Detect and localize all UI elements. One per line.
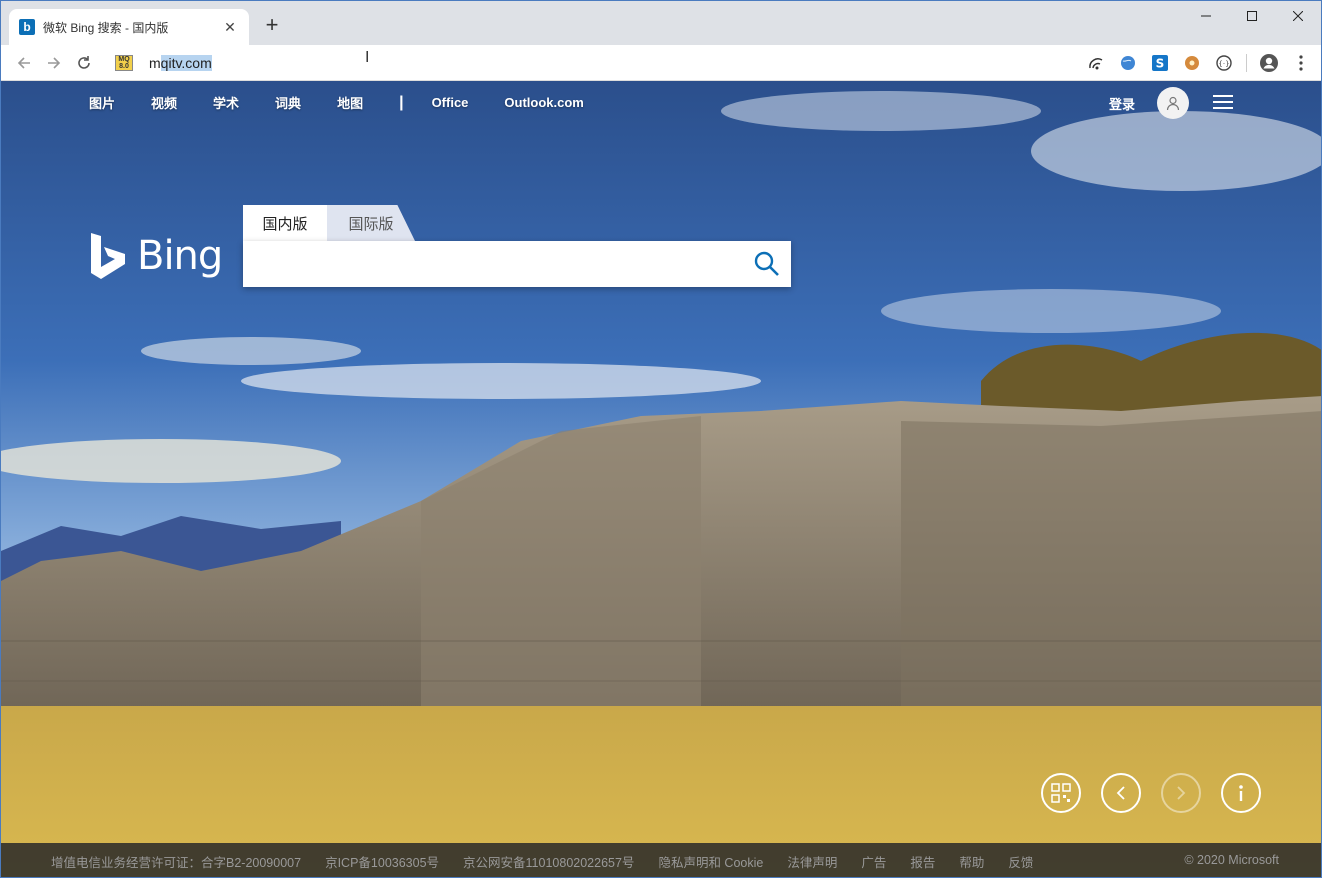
- image-info-button[interactable]: [1221, 773, 1261, 813]
- tab-strip: b 微软 Bing 搜索 - 国内版 ✕ +: [1, 1, 1321, 45]
- footer-icp[interactable]: 京ICP备10036305号: [325, 852, 439, 871]
- nav-outlook[interactable]: Outlook.com: [504, 95, 583, 110]
- user-avatar-icon[interactable]: [1157, 87, 1189, 119]
- bing-homepage: 图片 视频 学术 词典 地图 | Office Outlook.com 登录 B…: [1, 81, 1321, 877]
- minimize-button[interactable]: [1183, 1, 1229, 31]
- footer-ads[interactable]: 广告: [861, 852, 886, 871]
- browser-window: b 微软 Bing 搜索 - 国内版 ✕ + MQ 8.0 mqitv.com: [0, 0, 1322, 878]
- search-icon: [754, 251, 779, 276]
- minimize-icon: [1201, 15, 1211, 17]
- bing-b-icon: [91, 233, 125, 279]
- nav-office[interactable]: Office: [432, 95, 469, 110]
- nav-maps[interactable]: 地图: [337, 93, 363, 112]
- nav-dictionary[interactable]: 词典: [275, 93, 301, 112]
- back-button[interactable]: [9, 48, 39, 78]
- extension-code-icon[interactable]: {·}: [1214, 53, 1234, 73]
- footer-report[interactable]: 报告: [910, 852, 935, 871]
- background-image: [1, 81, 1321, 877]
- chevron-left-icon: [1116, 786, 1125, 800]
- bing-wordmark: Bing: [137, 233, 223, 279]
- login-link[interactable]: 登录: [1109, 94, 1135, 113]
- maximize-button[interactable]: [1229, 1, 1275, 31]
- qr-code-button[interactable]: [1041, 773, 1081, 813]
- forward-arrow-icon: [48, 56, 61, 69]
- browser-toolbar: MQ 8.0 mqitv.com S {·}: [1, 45, 1321, 81]
- search-box: [243, 241, 791, 287]
- svg-text:{·}: {·}: [1218, 60, 1229, 68]
- site-info-icon[interactable]: MQ 8.0: [115, 54, 133, 71]
- next-image-button[interactable]: [1161, 773, 1201, 813]
- nav-academic[interactable]: 学术: [213, 93, 239, 112]
- url-selected: qitv.com: [160, 54, 212, 71]
- extension-cookie-icon[interactable]: [1182, 53, 1202, 73]
- address-bar[interactable]: mqitv.com: [149, 54, 212, 71]
- qr-code-icon: [1051, 783, 1071, 803]
- bing-logo: Bing: [89, 231, 223, 281]
- close-icon: [1293, 11, 1303, 21]
- new-tab-button[interactable]: +: [259, 13, 285, 39]
- svg-text:S: S: [1156, 57, 1165, 71]
- close-window-button[interactable]: [1275, 1, 1321, 31]
- footer-privacy[interactable]: 隐私声明和 Cookie: [658, 852, 763, 871]
- page-footer: 增值电信业务经营许可证：合字B2-20090007 京ICP备10036305号…: [1, 843, 1321, 877]
- extension-globe-icon[interactable]: [1118, 53, 1138, 73]
- chevron-right-icon: [1177, 786, 1186, 800]
- extension-wifi-icon[interactable]: [1086, 53, 1106, 73]
- tab-title: 微软 Bing 搜索 - 国内版: [43, 20, 169, 35]
- tab-close-icon[interactable]: ✕: [221, 19, 239, 36]
- search-input[interactable]: [255, 241, 735, 287]
- bing-favicon-icon: b: [19, 19, 35, 35]
- browser-menu-icon[interactable]: [1291, 53, 1311, 73]
- footer-license[interactable]: 增值电信业务经营许可证：合字B2-20090007: [51, 852, 301, 871]
- extension-s-icon[interactable]: S: [1150, 53, 1170, 73]
- reload-button[interactable]: [69, 48, 99, 78]
- profile-icon[interactable]: [1259, 53, 1279, 73]
- reload-icon: [78, 55, 90, 69]
- back-arrow-icon: [17, 56, 30, 69]
- footer-legal[interactable]: 法律声明: [787, 852, 837, 871]
- toolbar-separator: [1246, 54, 1247, 72]
- nav-divider: |: [399, 93, 404, 111]
- forward-button[interactable]: [39, 48, 69, 78]
- text-cursor-icon: I: [365, 49, 370, 66]
- footer-police[interactable]: 京公网安备11010802022657号: [463, 852, 634, 871]
- footer-help[interactable]: 帮助: [959, 852, 984, 871]
- url-prefix: m: [149, 54, 161, 71]
- browser-tab[interactable]: b 微软 Bing 搜索 - 国内版 ✕: [9, 9, 249, 45]
- nav-videos[interactable]: 视频: [151, 93, 177, 112]
- previous-image-button[interactable]: [1101, 773, 1141, 813]
- top-navigation: 图片 视频 学术 词典 地图 | Office Outlook.com: [89, 93, 620, 112]
- extensions-area: S {·}: [1086, 45, 1311, 81]
- footer-copyright: © 2020 Microsoft: [1184, 853, 1279, 867]
- maximize-icon: [1247, 11, 1257, 21]
- nav-images[interactable]: 图片: [89, 93, 115, 112]
- info-icon: [1239, 785, 1243, 801]
- hamburger-menu-icon[interactable]: [1213, 95, 1233, 109]
- footer-feedback[interactable]: 反馈: [1008, 852, 1033, 871]
- tab-domestic[interactable]: 国内版: [243, 205, 327, 241]
- search-button[interactable]: [753, 250, 781, 278]
